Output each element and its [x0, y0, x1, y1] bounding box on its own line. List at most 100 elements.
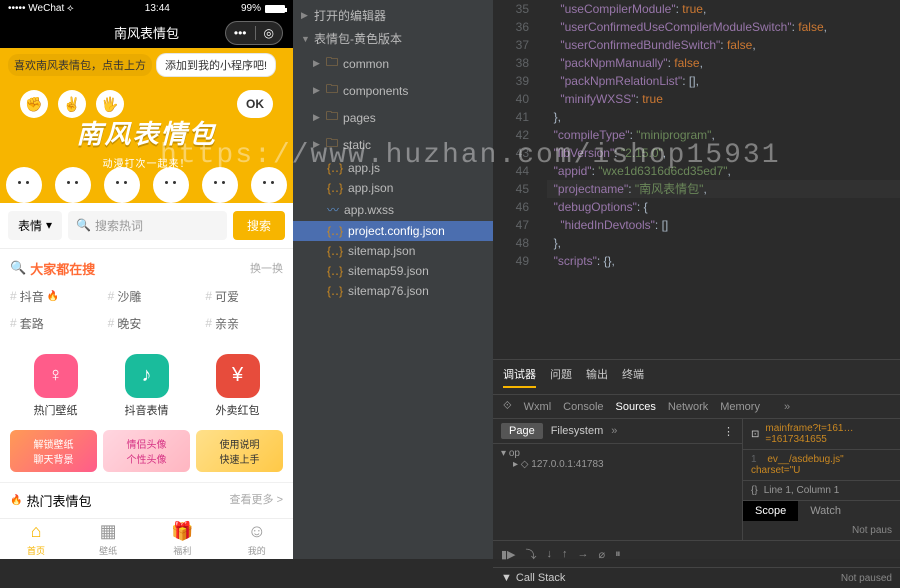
- hot-tag[interactable]: #晚安: [108, 315, 186, 332]
- source-line: 1 ev__/asdebug.js" charset="U: [743, 450, 900, 480]
- capsule-close-icon[interactable]: ◎: [256, 22, 282, 44]
- page-tab[interactable]: Page: [501, 423, 543, 439]
- caret-down-icon: ▼: [301, 34, 309, 44]
- hot-section: 🔍 大家都在搜 换一换 #抖音 🔥#沙雕#可爱#套路#晚安#亲亲: [0, 249, 293, 342]
- filesystem-tab[interactable]: Filesystem: [551, 425, 604, 437]
- tree-node[interactable]: ▸ ◇ 127.0.0.1:41783: [501, 459, 734, 470]
- tree-folder[interactable]: ▶🗀static: [293, 131, 493, 158]
- inspector-tab[interactable]: Sources: [616, 401, 656, 413]
- scope-tab[interactable]: Scope: [743, 501, 798, 521]
- devtools-tab[interactable]: 问题: [550, 366, 572, 388]
- devtools-tab[interactable]: 输出: [586, 366, 608, 388]
- tree-file[interactable]: 〰app.wxss: [293, 198, 493, 221]
- hero-subtitle: 动漫打次一起来！: [103, 155, 191, 170]
- tree-folder[interactable]: ▶🗀common: [293, 50, 493, 77]
- tip-text-left: 喜欢南风表情包，点击上方: [8, 54, 152, 76]
- devtools-tab[interactable]: 终端: [622, 366, 644, 388]
- devtools-panel: 调试器问题输出终端 ⟐ Wxml Console Sources Network Mem…: [493, 359, 900, 559]
- feature-tiles: ♀热门壁纸 ♪抖音表情 ¥外卖红包: [0, 342, 293, 430]
- character-icon: [104, 167, 140, 203]
- step-in-icon[interactable]: ↓: [547, 548, 553, 560]
- step-over-icon[interactable]: ⤵: [526, 546, 537, 562]
- step-out-icon[interactable]: ↑: [562, 548, 568, 560]
- caret-down-icon: ▼: [501, 572, 512, 584]
- capsule-more-icon[interactable]: •••: [226, 22, 255, 44]
- more-link[interactable]: 查看更多 >: [230, 491, 283, 510]
- feature-tile[interactable]: ¥外卖红包: [216, 354, 260, 418]
- tabbar-item[interactable]: 🎁福利: [171, 521, 193, 557]
- search-button[interactable]: 搜索: [233, 211, 285, 240]
- character-icon: [251, 167, 287, 203]
- devtools-tab[interactable]: 调试器: [503, 366, 536, 388]
- character-icon: [202, 167, 238, 203]
- tree-root[interactable]: ▼ 表情包-黄色版本: [293, 27, 493, 50]
- phone-statusbar: ••••• WeChat ⟡ 13:44 99%: [0, 0, 293, 17]
- hot-tag[interactable]: #可爱: [205, 288, 283, 305]
- hand-icon: ✊: [20, 90, 48, 118]
- watch-tab[interactable]: Watch: [798, 501, 853, 521]
- promo-banner[interactable]: 使用说明快速上手: [196, 430, 283, 472]
- tabbar-item[interactable]: ☺我的: [248, 521, 266, 557]
- miniapp-navbar: 南风表情包 ••• ◎: [0, 17, 293, 48]
- search-input[interactable]: 🔍 搜索热词: [68, 211, 227, 240]
- tabbar: ⌂首页 ▦壁纸 🎁福利 ☺我的: [0, 518, 293, 559]
- feature-tile[interactable]: ♪抖音表情: [125, 354, 169, 418]
- add-tip-banner[interactable]: 喜欢南风表情包，点击上方 添加到我的小程序吧!: [0, 48, 293, 82]
- menu-icon[interactable]: ⋮: [723, 425, 734, 438]
- hero-banner: ✊ ✌ 🖐 OK 南风表情包 动漫打次一起来！: [0, 82, 293, 202]
- hot-tag[interactable]: #套路: [10, 315, 88, 332]
- tree-file[interactable]: {‥}app.js: [293, 158, 493, 178]
- promo-banners: 解锁壁纸聊天背景情侣头像个性头像使用说明快速上手: [0, 430, 293, 482]
- tree-section[interactable]: ▶ 打开的编辑器: [293, 4, 493, 27]
- tree-file[interactable]: {‥}sitemap76.json: [293, 281, 493, 301]
- tabbar-item[interactable]: ▦壁纸: [99, 521, 117, 557]
- step-icon[interactable]: →: [578, 548, 589, 560]
- tree-file[interactable]: {‥}project.config.json: [293, 221, 493, 241]
- category-select[interactable]: 表情 ▾: [8, 211, 62, 240]
- hot-sticker-section: 🔥 热门表情包 查看更多 >: [0, 482, 293, 518]
- page-title: 南风表情包: [114, 23, 179, 42]
- callstack-section[interactable]: ▼ Call Stack Not paused: [493, 567, 900, 588]
- inspector-tab[interactable]: Memory: [720, 401, 760, 413]
- battery-label: 99%: [241, 3, 261, 14]
- debug-controls: ▮▶ ⤵ ↓ ↑ → ⌀ ⏸: [493, 540, 900, 567]
- search-icon: 🔍: [10, 260, 26, 276]
- cursor-position: Line 1, Column 1: [764, 485, 840, 496]
- tree-file[interactable]: {‥}sitemap.json: [293, 241, 493, 261]
- more-icon[interactable]: »: [611, 425, 617, 437]
- character-icon: [55, 167, 91, 203]
- inspector-tab[interactable]: Console: [563, 401, 603, 413]
- tree-file[interactable]: {‥}app.json: [293, 178, 493, 198]
- devtools-tabs: 调试器问题输出终端: [493, 360, 900, 395]
- file-explorer: ▶ 打开的编辑器 ▼ 表情包-黄色版本 ▶🗀common▶🗀components…: [293, 0, 493, 559]
- hot-tag[interactable]: #沙雕: [108, 288, 186, 305]
- capsule-button[interactable]: ••• ◎: [225, 21, 283, 45]
- pause-status: Not paus: [743, 521, 900, 540]
- hot-tag[interactable]: #抖音 🔥: [10, 288, 88, 305]
- more-icon[interactable]: »: [784, 401, 790, 413]
- promo-banner[interactable]: 情侣头像个性头像: [103, 430, 190, 472]
- inspector-tab[interactable]: Network: [668, 401, 708, 413]
- feature-tile[interactable]: ♀热门壁纸: [34, 354, 78, 418]
- search-icon: 🔍: [76, 218, 91, 232]
- inspect-icon[interactable]: ⟐: [503, 400, 512, 413]
- carrier-label: WeChat: [28, 3, 64, 14]
- tree-folder[interactable]: ▶🗀components: [293, 77, 493, 104]
- tree-node[interactable]: ▾ op: [501, 448, 734, 459]
- caret-right-icon: ▶: [301, 10, 309, 21]
- nav-icon[interactable]: ⊡: [751, 429, 759, 440]
- braces-icon[interactable]: {}: [751, 485, 758, 496]
- promo-banner[interactable]: 解锁壁纸聊天背景: [10, 430, 97, 472]
- hot-tag[interactable]: #亲亲: [205, 315, 283, 332]
- ok-badge: OK: [237, 90, 273, 118]
- tabbar-item[interactable]: ⌂首页: [27, 521, 45, 557]
- search-bar: 表情 ▾ 🔍 搜索热词 搜索: [0, 203, 293, 249]
- tree-folder[interactable]: ▶🗀pages: [293, 104, 493, 131]
- tree-file[interactable]: {‥}sitemap59.json: [293, 261, 493, 281]
- inspector-tab[interactable]: Wxml: [524, 401, 552, 413]
- character-icon: [153, 167, 189, 203]
- section-title: 热门表情包: [26, 491, 91, 510]
- chevron-down-icon: ▾: [46, 218, 52, 232]
- source-file[interactable]: mainframe?t=161…=1617341655: [765, 423, 892, 445]
- refresh-button[interactable]: 换一换: [250, 260, 283, 276]
